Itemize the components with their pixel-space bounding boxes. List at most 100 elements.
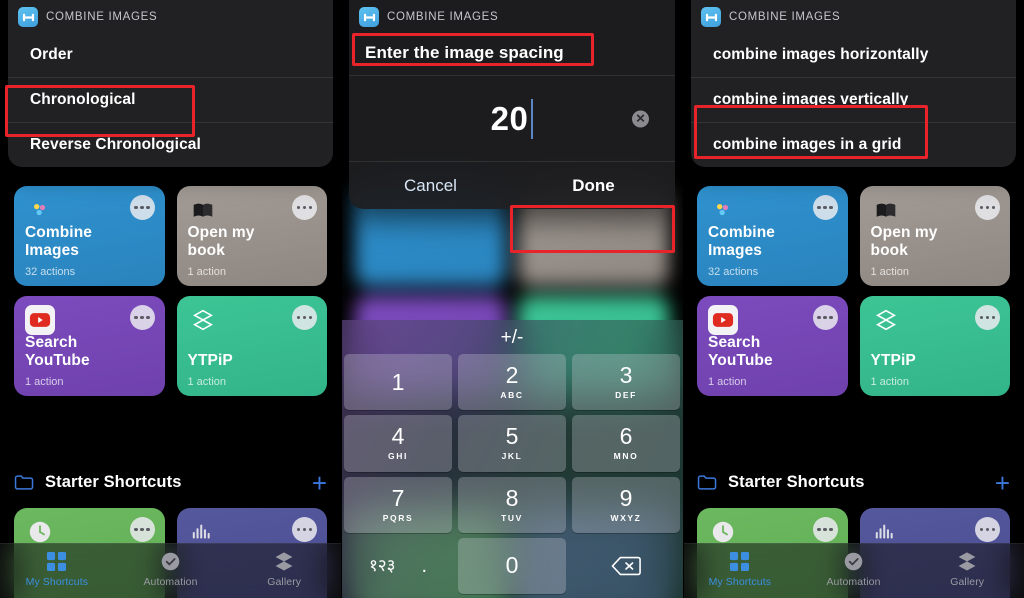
key-4[interactable]: 4 GHI bbox=[344, 415, 452, 472]
card-more-button[interactable] bbox=[292, 195, 317, 220]
card-more-button[interactable] bbox=[129, 305, 155, 330]
shortcut-card-grid: Combine Images 32 actions Open my book 1… bbox=[697, 186, 1010, 396]
key-0[interactable]: 0 bbox=[458, 537, 566, 594]
sheet-row-chronological[interactable]: Chronological bbox=[8, 77, 333, 122]
spacing-input-value: 20 bbox=[490, 99, 529, 137]
card-title: Search YouTube bbox=[25, 334, 90, 370]
tab-my-shortcuts[interactable]: My Shortcuts bbox=[0, 549, 114, 588]
key-number: 0 bbox=[505, 552, 519, 579]
plus-icon[interactable]: + bbox=[312, 470, 327, 496]
shortcut-card-grid: Combine Images 32 actions Open my book 1… bbox=[14, 186, 327, 396]
spacing-input-field[interactable]: 20 ✕ bbox=[349, 75, 675, 161]
card-more-button[interactable] bbox=[975, 517, 1000, 542]
card-title: Search YouTube bbox=[708, 334, 773, 370]
photos-icon bbox=[25, 195, 55, 225]
cancel-button[interactable]: Cancel bbox=[349, 162, 512, 209]
shortcuts-app-icon bbox=[18, 7, 38, 27]
key-letters: JKL bbox=[501, 451, 523, 462]
shortcut-card[interactable]: Open my book 1 action bbox=[176, 186, 327, 286]
youtube-icon bbox=[25, 305, 55, 335]
sheet-row-combine-vertically[interactable]: combine images vertically bbox=[691, 77, 1016, 122]
shortcut-card[interactable]: Combine Images 32 actions bbox=[697, 186, 848, 286]
key-9[interactable]: 9 WXYZ bbox=[572, 476, 680, 533]
text-caret bbox=[531, 98, 534, 139]
card-subtitle: 1 action bbox=[187, 376, 227, 388]
card-subtitle: 1 action bbox=[870, 376, 910, 388]
sheet-row-reverse-chronological[interactable]: Reverse Chronological bbox=[8, 122, 333, 167]
key-number: 2 bbox=[505, 362, 519, 389]
sheet-row-order[interactable]: Order bbox=[8, 33, 333, 77]
panel-middle: +/- 1 2 ABC 3 DEF 4 GHI 5 JKL 6 MNO 7 PQ… bbox=[341, 0, 683, 598]
key-3[interactable]: 3 DEF bbox=[572, 354, 680, 411]
sheet-row-combine-horizontally[interactable]: combine images horizontally bbox=[691, 33, 1016, 77]
key-7[interactable]: 7 PQRS bbox=[344, 476, 452, 533]
layers-icon bbox=[871, 305, 901, 335]
card-title: Open my book bbox=[870, 224, 938, 260]
clear-circle-icon[interactable]: ✕ bbox=[632, 110, 649, 127]
grid-icon bbox=[729, 549, 750, 573]
tab-automation[interactable]: Automation bbox=[114, 549, 228, 588]
tab-gallery[interactable]: Gallery bbox=[910, 549, 1024, 588]
card-more-button[interactable] bbox=[975, 305, 1000, 330]
tab-gallery[interactable]: Gallery bbox=[227, 549, 341, 588]
key-backspace[interactable] bbox=[572, 538, 680, 594]
book-icon bbox=[871, 195, 901, 225]
folder-icon bbox=[14, 474, 35, 491]
tab-label: Gallery bbox=[950, 576, 985, 588]
card-more-button[interactable] bbox=[975, 195, 1000, 220]
shortcut-card[interactable]: Combine Images 32 actions bbox=[14, 186, 165, 286]
dialog-app-label: COMBINE IMAGES bbox=[387, 11, 499, 23]
key-5[interactable]: 5 JKL bbox=[458, 415, 566, 472]
card-more-button[interactable] bbox=[292, 517, 317, 542]
card-subtitle: 32 actions bbox=[25, 266, 76, 278]
key-letters: WXYZ bbox=[610, 512, 642, 523]
screenshot-stage: Combine Images 32 actions Open my book 1… bbox=[0, 0, 1024, 598]
card-more-button[interactable] bbox=[812, 517, 838, 542]
key-letters: PQRS bbox=[382, 512, 414, 523]
plus-minus-key[interactable]: +/- bbox=[344, 322, 680, 354]
layers-icon bbox=[188, 305, 218, 335]
clock-check-icon bbox=[160, 549, 181, 573]
shortcut-card[interactable]: YTPiP 1 action bbox=[859, 296, 1010, 396]
key-letters: MNO bbox=[613, 451, 639, 462]
card-title: YTPiP bbox=[870, 352, 916, 370]
card-title: Open my book bbox=[187, 224, 255, 260]
tab-label: Gallery bbox=[267, 576, 302, 588]
section-title: Starter Shortcuts bbox=[728, 473, 865, 491]
key-decimal[interactable]: . bbox=[421, 556, 427, 576]
card-more-button[interactable] bbox=[292, 305, 317, 330]
key-8[interactable]: 8 TUV bbox=[458, 476, 566, 533]
tab-automation[interactable]: Automation bbox=[797, 549, 911, 588]
card-more-button[interactable] bbox=[812, 195, 838, 220]
card-more-button[interactable] bbox=[129, 517, 155, 542]
sheet-app-label: COMBINE IMAGES bbox=[729, 11, 841, 23]
image-spacing-dialog: COMBINE IMAGES Enter the image spacing 2… bbox=[349, 0, 675, 209]
shortcut-card[interactable]: YTPiP 1 action bbox=[176, 296, 327, 396]
bottom-tab-bar: My Shortcuts Automation Gallery bbox=[683, 543, 1024, 598]
key-language-label: १२३ bbox=[368, 556, 396, 576]
card-subtitle: 32 actions bbox=[708, 266, 759, 278]
sheet-header: COMBINE IMAGES bbox=[691, 0, 1016, 33]
key-6[interactable]: 6 MNO bbox=[572, 415, 680, 472]
card-more-button[interactable] bbox=[812, 305, 838, 330]
key-2[interactable]: 2 ABC bbox=[458, 354, 566, 411]
card-more-button[interactable] bbox=[129, 195, 155, 220]
key-number: 8 bbox=[505, 484, 519, 511]
tab-label: Automation bbox=[143, 576, 198, 588]
key-language-switch[interactable]: १२३ . bbox=[344, 538, 452, 594]
grid-icon bbox=[46, 549, 67, 573]
shortcuts-app-icon bbox=[701, 7, 721, 27]
plus-icon[interactable]: + bbox=[995, 470, 1010, 496]
panel-divider-1 bbox=[341, 0, 342, 598]
panel-left: Combine Images 32 actions Open my book 1… bbox=[0, 0, 341, 598]
done-button[interactable]: Done bbox=[512, 162, 675, 209]
tab-label: My Shortcuts bbox=[25, 576, 89, 588]
sheet-row-combine-grid[interactable]: combine images in a grid bbox=[691, 122, 1016, 167]
key-1[interactable]: 1 bbox=[344, 354, 452, 411]
shortcut-card[interactable]: Search YouTube 1 action bbox=[697, 296, 848, 396]
clock-check-icon bbox=[843, 549, 864, 573]
shortcut-card[interactable]: Search YouTube 1 action bbox=[14, 296, 165, 396]
tab-my-shortcuts[interactable]: My Shortcuts bbox=[683, 549, 797, 588]
shortcut-card[interactable]: Open my book 1 action bbox=[859, 186, 1010, 286]
key-letters: TUV bbox=[501, 512, 523, 523]
